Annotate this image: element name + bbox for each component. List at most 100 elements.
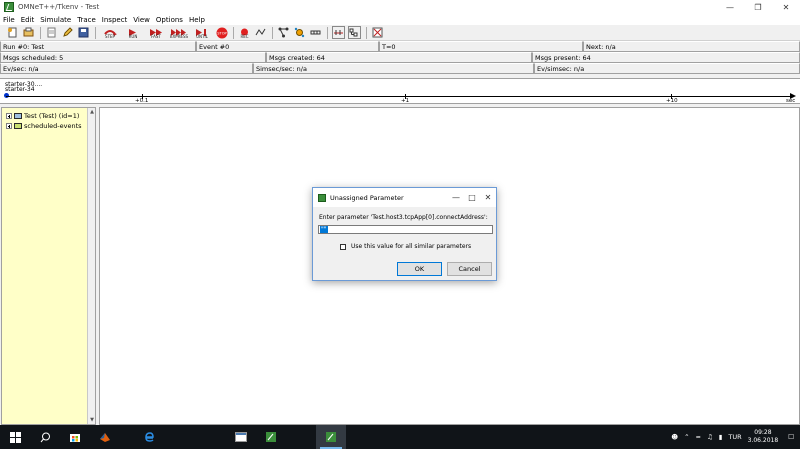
chevron-up-icon[interactable]: ⌃ xyxy=(684,433,689,441)
menu-trace[interactable]: Trace xyxy=(77,16,96,24)
msgs-scheduled: Msgs scheduled: 5 xyxy=(0,52,266,63)
inspect-network-icon[interactable] xyxy=(277,26,290,39)
open-file-icon[interactable] xyxy=(45,26,58,39)
maximize-icon[interactable]: □ xyxy=(464,193,480,202)
close-icon[interactable]: ✕ xyxy=(480,193,496,202)
notification-icon[interactable]: ☐ xyxy=(788,433,794,441)
menu-file[interactable]: File xyxy=(3,16,15,24)
language-indicator[interactable]: TUR xyxy=(728,433,741,441)
new-network-icon[interactable] xyxy=(6,26,19,39)
expand-icon[interactable] xyxy=(6,113,12,119)
stop-button[interactable]: STOP xyxy=(215,26,228,39)
matlab-icon[interactable] xyxy=(90,425,120,449)
object-tree-panel[interactable]: Test (Test) (id=1) scheduled-events ▲ ▼ xyxy=(1,107,96,425)
toolbar-separator xyxy=(233,26,234,39)
toolbar-separator xyxy=(40,26,41,39)
menu-view[interactable]: View xyxy=(133,16,150,24)
inspect-queues-icon[interactable] xyxy=(309,26,322,39)
omnet-tkenv-taskbar-icon[interactable] xyxy=(316,425,346,449)
menu-inspect[interactable]: Inspect xyxy=(102,16,128,24)
toolbar-separator xyxy=(366,26,367,39)
stop-label: STOP xyxy=(217,31,227,35)
tree-item-scheduled-events[interactable]: scheduled-events xyxy=(6,122,82,130)
menu-help[interactable]: Help xyxy=(189,16,205,24)
parameter-prompt: Enter parameter 'Test.host3.tcpApp[0].co… xyxy=(319,214,488,221)
status-row-run: Run #0: Test Event #0 T=0 Next: n/a xyxy=(0,41,800,52)
parameter-value-input[interactable]: "" xyxy=(318,225,493,234)
parameter-value-text: "" xyxy=(320,226,328,233)
toolbar-separator xyxy=(327,26,328,39)
restore-icon[interactable]: ❐ xyxy=(744,0,772,14)
until-button[interactable]: UNTIL xyxy=(192,26,212,39)
event-timeline[interactable]: starter-30.... starter-34 +0.1 +1 +10 se… xyxy=(0,78,800,104)
title-bar: OMNeT++/Tkenv - Test — ❐ ✕ xyxy=(0,0,800,14)
timeline-toggle-icon[interactable] xyxy=(332,26,345,39)
ev-per-simsec: Ev/simsec: n/a xyxy=(534,63,800,74)
express-label: EXPRESS xyxy=(169,34,189,39)
scroll-down-icon[interactable]: ▼ xyxy=(88,416,96,424)
menu-options[interactable]: Options xyxy=(156,16,183,24)
express-button[interactable]: EXPRESS xyxy=(169,26,189,39)
wifi-icon[interactable]: ≈ xyxy=(696,433,701,441)
expand-icon[interactable] xyxy=(6,123,12,129)
tree-toggle-icon[interactable] xyxy=(348,26,361,39)
toolbar-separator xyxy=(95,26,96,39)
save-icon[interactable] xyxy=(77,26,90,39)
event-status: Event #0 xyxy=(196,41,379,52)
inspect-messages-icon[interactable] xyxy=(293,26,306,39)
tree-vertical-scrollbar[interactable]: ▲ ▼ xyxy=(87,108,95,424)
unassigned-parameter-dialog: Unassigned Parameter — □ ✕ Enter paramet… xyxy=(312,187,497,281)
record-button[interactable]: REC xyxy=(238,26,251,39)
timeline-axis xyxy=(6,96,794,97)
omnet-app-icon xyxy=(4,2,14,12)
menu-simulate[interactable]: Simulate xyxy=(40,16,71,24)
pencil-icon[interactable] xyxy=(61,26,74,39)
timeline-event-label[interactable]: starter-34 xyxy=(5,87,35,93)
timeline-tick-label: +1 xyxy=(401,98,410,104)
dialog-title-bar[interactable]: Unassigned Parameter — □ ✕ xyxy=(313,188,496,207)
minimize-icon[interactable]: — xyxy=(716,0,744,14)
edge-browser-icon[interactable] xyxy=(134,425,164,449)
omnet-ide-taskbar-icon[interactable] xyxy=(256,425,286,449)
run-label: RUN xyxy=(128,34,138,39)
fast-button[interactable]: FAST xyxy=(146,26,166,39)
run-status: Run #0: Test xyxy=(0,41,196,52)
step-label: STEP xyxy=(105,34,115,39)
checkbox-label: Use this value for all similar parameter… xyxy=(351,243,472,250)
run-button[interactable]: RUN xyxy=(123,26,143,39)
checkbox-box[interactable] xyxy=(340,243,346,250)
apply-similar-checkbox[interactable]: Use this value for all similar parameter… xyxy=(340,243,471,250)
ok-button[interactable]: OK xyxy=(397,262,442,276)
until-label: UNTIL xyxy=(196,34,208,39)
window-title: OMNeT++/Tkenv - Test xyxy=(18,3,100,11)
window-app-icon[interactable] xyxy=(226,425,256,449)
people-icon[interactable]: ☻ xyxy=(671,433,678,441)
windows-taskbar: ☻ ⌃ ≈ ♫ ▮ TUR 09:28 3.06.2018 ☐ xyxy=(0,425,800,449)
fast-label: FAST xyxy=(151,34,161,39)
step-button[interactable]: STEP xyxy=(100,26,120,39)
network-icon[interactable] xyxy=(254,26,267,39)
cancel-button[interactable]: Cancel xyxy=(447,262,492,276)
timeline-unit-label: sec xyxy=(786,98,796,104)
minimize-icon[interactable]: — xyxy=(448,193,464,202)
search-icon[interactable] xyxy=(30,425,60,449)
store-icon[interactable] xyxy=(60,425,90,449)
clock[interactable]: 09:28 3.06.2018 xyxy=(748,429,779,445)
toolbar: STEP RUN FAST EXPRESS UNTIL STOP REC xyxy=(0,25,800,41)
simsec-per-sec: Simsec/sec: n/a xyxy=(253,63,534,74)
msgs-present: Msgs present: 64 xyxy=(532,52,800,63)
timeline-tick-label: +10 xyxy=(666,98,678,104)
dialog-title: Unassigned Parameter xyxy=(330,193,404,202)
tree-item-network[interactable]: Test (Test) (id=1) xyxy=(6,112,79,120)
windows-start-icon[interactable] xyxy=(0,425,30,449)
toolbar-separator xyxy=(272,26,273,39)
options-icon[interactable] xyxy=(371,26,384,39)
clock-date: 3.06.2018 xyxy=(747,437,779,444)
close-icon[interactable]: ✕ xyxy=(772,0,800,14)
menu-edit[interactable]: Edit xyxy=(21,16,35,24)
volume-icon[interactable]: ♫ xyxy=(707,433,713,441)
menu-bar: File Edit Simulate Trace Inspect View Op… xyxy=(0,14,800,25)
scroll-up-icon[interactable]: ▲ xyxy=(88,108,96,116)
battery-icon[interactable]: ▮ xyxy=(719,433,723,441)
load-ned-icon[interactable] xyxy=(22,26,35,39)
